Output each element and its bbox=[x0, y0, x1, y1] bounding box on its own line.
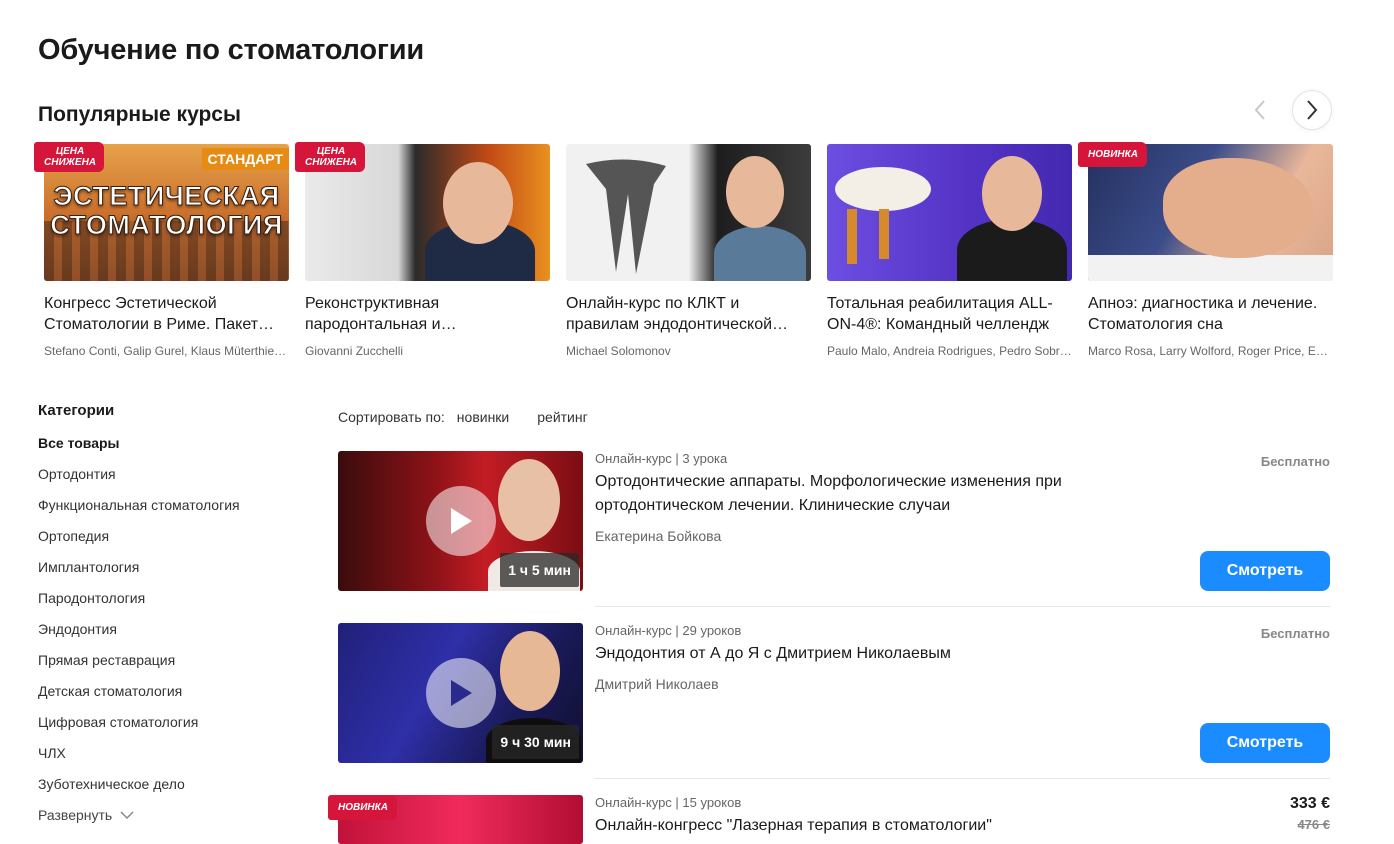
video-duration: 1 ч 5 мин bbox=[500, 553, 579, 587]
course-title[interactable]: Конгресс Эстетической Стоматологии в Рим… bbox=[44, 293, 289, 335]
divider bbox=[595, 778, 1330, 779]
course-authors: Paulo Malo, Andreia Rodrigues, Pedro Sob… bbox=[827, 344, 1072, 358]
course-author[interactable]: Дмитрий Николаев bbox=[595, 676, 719, 692]
course-listing: НОВИНКА Онлайн-курс | 15 уроков Онлайн-к… bbox=[328, 795, 1330, 844]
category-orthopedics[interactable]: Ортопедия bbox=[38, 528, 240, 559]
category-dental-technician[interactable]: Зуботехническое дело bbox=[38, 776, 240, 807]
category-orthodontics[interactable]: Ортодонтия bbox=[38, 466, 240, 497]
categories-heading: Категории bbox=[38, 402, 115, 419]
popular-courses-carousel: ЦЕНА СНИЖЕНА СТАНДАРТ ЭСТЕТИЧЕСКАЯ СТОМАТ… bbox=[34, 142, 1333, 358]
chevron-right-icon bbox=[1307, 100, 1318, 120]
page-title: Обучение по стоматологии bbox=[38, 34, 424, 66]
play-icon bbox=[451, 508, 472, 534]
play-button[interactable] bbox=[426, 658, 496, 728]
categories-sidebar: Категории Все товары Ортодонтия Функцион… bbox=[38, 402, 240, 823]
price-reduced-badge: ЦЕНА СНИЖЕНА bbox=[295, 142, 366, 172]
course-listing: 9 ч 30 мин Онлайн-курс | 29 уроков Эндод… bbox=[338, 623, 1330, 783]
course-title[interactable]: Тотальная реабилитация ALL-ON-4®: Команд… bbox=[827, 293, 1072, 335]
course-meta: Онлайн-курс | 29 уроков bbox=[595, 623, 742, 638]
category-all[interactable]: Все товары bbox=[38, 435, 240, 466]
watch-button[interactable]: Смотреть bbox=[1200, 551, 1330, 591]
divider bbox=[595, 606, 1330, 607]
course-card[interactable]: Тотальная реабилитация ALL-ON-4®: Команд… bbox=[827, 144, 1072, 358]
course-card[interactable]: Онлайн-курс по КЛКТ и правилам эндодонти… bbox=[566, 144, 811, 358]
course-card[interactable]: ЦЕНА СНИЖЕНА СТАНДАРТ ЭСТЕТИЧЕСКАЯ СТОМАТ… bbox=[34, 142, 289, 358]
course-title[interactable]: Эндодонтия от А до Я с Дмитрием Николаев… bbox=[595, 642, 1095, 666]
carousel-prev-button[interactable] bbox=[1240, 90, 1280, 130]
standard-tag: СТАНДАРТ bbox=[201, 148, 289, 170]
current-price: 333 € bbox=[1289, 795, 1330, 812]
carousel-nav bbox=[1240, 90, 1332, 130]
expand-categories-button[interactable]: Развернуть bbox=[38, 807, 240, 823]
implant-illustration bbox=[835, 167, 931, 264]
course-thumbnail[interactable] bbox=[566, 144, 811, 281]
tooth-scan-illustration bbox=[586, 159, 666, 274]
category-direct-restoration[interactable]: Прямая реставрация bbox=[38, 652, 240, 683]
course-meta: Онлайн-курс | 15 уроков bbox=[595, 795, 742, 810]
category-digital[interactable]: Цифровая стоматология bbox=[38, 714, 240, 745]
sort-bar: Сортировать по: новинки рейтинг bbox=[338, 409, 616, 425]
sort-newest[interactable]: новинки bbox=[457, 409, 509, 425]
course-title[interactable]: Онлайн-конгресс "Лазерная терапия в стом… bbox=[595, 814, 1095, 838]
play-icon bbox=[451, 680, 472, 706]
course-authors: Michael Solomonov bbox=[566, 344, 671, 358]
category-endodontics[interactable]: Эндодонтия bbox=[38, 621, 240, 652]
course-price: Бесплатно bbox=[1260, 626, 1330, 641]
category-periodontology[interactable]: Пародонтология bbox=[38, 590, 240, 621]
popular-courses-title: Популярные курсы bbox=[38, 103, 241, 126]
video-duration: 9 ч 30 мин bbox=[492, 725, 579, 759]
category-pediatric[interactable]: Детская стоматология bbox=[38, 683, 240, 714]
watch-button[interactable]: Смотреть bbox=[1200, 723, 1330, 763]
course-title[interactable]: Реконструктивная пародонтальная и… bbox=[305, 293, 550, 335]
carousel-next-button[interactable] bbox=[1292, 90, 1332, 130]
course-card[interactable]: ЦЕНА СНИЖЕНА Реконструктивная пародонталь… bbox=[295, 142, 550, 358]
new-badge: НОВИНКА bbox=[328, 795, 398, 820]
course-listing: 1 ч 5 мин Онлайн-курс | 3 урока Ортодонт… bbox=[338, 451, 1330, 611]
course-title[interactable]: Онлайн-курс по КЛКТ и правилам эндодонти… bbox=[566, 293, 811, 335]
course-authors: Stefano Conti, Galip Gurel, Klaus Mütert… bbox=[44, 344, 289, 358]
course-thumbnail[interactable] bbox=[827, 144, 1072, 281]
course-title[interactable]: Апноэ: диагностика и лечение. Стоматолог… bbox=[1088, 293, 1333, 335]
sort-label: Сортировать по: bbox=[338, 409, 445, 425]
course-card[interactable]: НОВИНКА Апноэ: диагностика и лечение. Ст… bbox=[1078, 142, 1333, 358]
expand-label: Развернуть bbox=[38, 807, 113, 823]
course-title[interactable]: Ортодонтические аппараты. Морфологически… bbox=[595, 470, 1095, 518]
category-maxillofacial[interactable]: ЧЛХ bbox=[38, 745, 240, 776]
sort-rating[interactable]: рейтинг bbox=[537, 409, 587, 425]
chevron-down-icon bbox=[120, 810, 134, 819]
course-price: Бесплатно bbox=[1260, 454, 1330, 469]
category-implantology[interactable]: Имплантология bbox=[38, 559, 240, 590]
play-button[interactable] bbox=[426, 486, 496, 556]
category-functional[interactable]: Функциональная стоматология bbox=[38, 497, 240, 528]
old-price: 476 € bbox=[1297, 817, 1330, 832]
course-authors: Marco Rosa, Larry Wolford, Roger Price, … bbox=[1088, 344, 1333, 358]
new-badge: НОВИНКА bbox=[1078, 142, 1148, 167]
chevron-left-icon bbox=[1254, 100, 1265, 120]
thumbnail-caption: ЭСТЕТИЧЕСКАЯ СТОМАТОЛОГИЯ bbox=[50, 181, 283, 240]
course-meta: Онлайн-курс | 3 урока bbox=[595, 451, 728, 466]
course-authors: Giovanni Zucchelli bbox=[305, 344, 404, 358]
price-reduced-badge: ЦЕНА СНИЖЕНА bbox=[34, 142, 105, 172]
course-author[interactable]: Екатерина Бойкова bbox=[595, 528, 721, 544]
course-thumbnail[interactable]: 1 ч 5 мин bbox=[338, 451, 583, 591]
course-thumbnail[interactable]: 9 ч 30 мин bbox=[338, 623, 583, 763]
